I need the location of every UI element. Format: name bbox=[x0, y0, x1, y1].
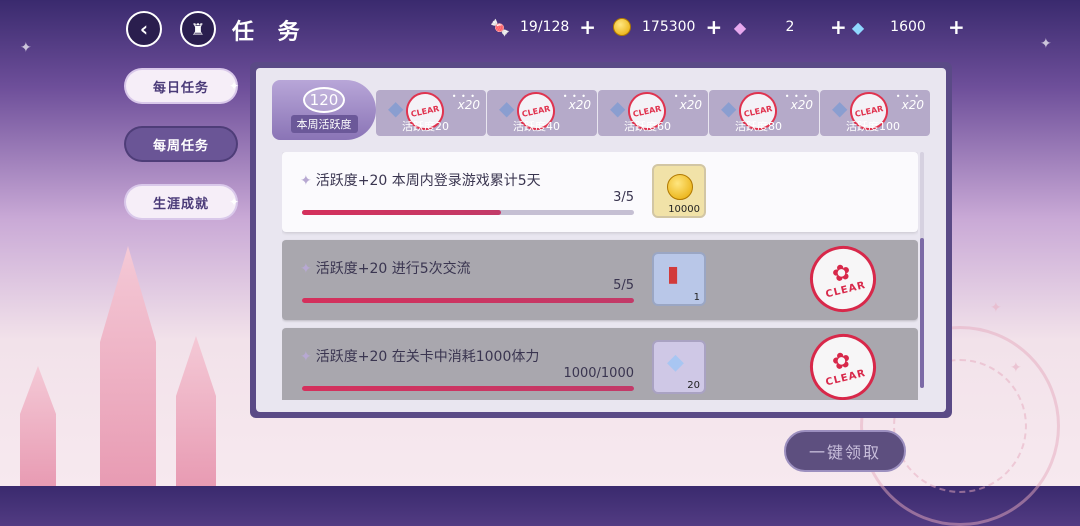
top-bar: ‹ ♜ 任 务 🍬 19/128 + 175300 + ◆ 2 + ◆ 1600… bbox=[0, 0, 1080, 58]
pink-gem-resource: ◆ 2 + bbox=[730, 15, 847, 39]
task-progress-text: 3/5 bbox=[613, 190, 634, 205]
milestone-reward-80[interactable]: ◆ CLEAR • • • x20 活跃度80 bbox=[709, 90, 819, 136]
coin-icon bbox=[612, 17, 632, 37]
add-blue-gem-button[interactable]: + bbox=[948, 15, 965, 39]
diamond-icon: ◆ bbox=[499, 96, 515, 120]
task-list-scrollbar[interactable] bbox=[920, 152, 924, 388]
back-button[interactable]: ‹ bbox=[126, 11, 162, 47]
diamond-icon: ◆ bbox=[721, 96, 737, 120]
diamond-icon: ◆ bbox=[667, 350, 684, 375]
task-row: ✦ 活跃度+20 在关卡中消耗1000体力 1000/1000 ◆ 20 ✿ CLE… bbox=[282, 326, 918, 400]
sparkle-icon: ✦ bbox=[300, 349, 312, 365]
milestone-reward-100[interactable]: ◆ CLEAR • • • x20 活跃度100 bbox=[820, 90, 930, 136]
add-candy-button[interactable]: + bbox=[579, 15, 596, 39]
task-progress-bar bbox=[302, 298, 634, 303]
sparkle-icon: ✦ bbox=[228, 79, 240, 93]
milestone-reward-20[interactable]: ◆ CLEAR • • • x20 活跃度20 bbox=[376, 90, 486, 136]
activity-points: 120 bbox=[303, 87, 345, 113]
weekly-activity-badge: 120 本周活跃度 bbox=[272, 80, 376, 140]
reward-item[interactable]: 10000 bbox=[652, 164, 706, 218]
canned-food-icon: ▮ bbox=[667, 262, 680, 287]
claim-all-button[interactable]: 一键领取 bbox=[784, 430, 906, 472]
castle-icon: ♜ bbox=[190, 19, 206, 39]
task-progress-text: 1000/1000 bbox=[563, 366, 634, 381]
diamond-icon: ◆ bbox=[832, 96, 848, 120]
home-button[interactable]: ♜ bbox=[180, 11, 216, 47]
add-coin-button[interactable]: + bbox=[705, 15, 722, 39]
task-list[interactable]: ✦ 活跃度+20 本周内登录游戏累计5天 3/5 10000 ✦ 活跃度+20 进行… bbox=[282, 152, 918, 400]
task-panel: ◆ CLEAR • • • x20 活跃度20 ◆ CLEAR • • • x2… bbox=[250, 62, 952, 418]
clear-stamp-icon: ✿ CLEAR bbox=[802, 238, 884, 320]
activity-label: 本周活跃度 bbox=[290, 115, 358, 133]
milestone-reward-40[interactable]: ◆ CLEAR • • • x20 活跃度40 bbox=[487, 90, 597, 136]
task-progress-bar bbox=[302, 210, 634, 215]
tab-daily-tasks[interactable]: 每日任务 ✦ bbox=[126, 70, 239, 102]
castle-illustration bbox=[0, 186, 260, 486]
page-title: 任 务 bbox=[232, 20, 308, 45]
diamond-icon: ◆ bbox=[388, 96, 404, 120]
candy-resource: 🍬 19/128 + bbox=[490, 15, 597, 39]
task-row: ✦ 活跃度+20 进行5次交流 5/5 ▮ 1 ✿ CLEAR bbox=[282, 238, 918, 320]
coin-resource: 175300 + bbox=[612, 15, 722, 39]
add-pink-gem-button[interactable]: + bbox=[830, 15, 847, 39]
task-progress-bar bbox=[302, 386, 634, 391]
tab-career-achievements[interactable]: 生涯成就 ✦ bbox=[126, 186, 239, 218]
sparkle-icon: ✦ bbox=[300, 261, 312, 277]
reward-item[interactable]: ◆ 20 bbox=[652, 340, 706, 394]
sparkle-icon: ✦ bbox=[990, 300, 1002, 316]
sparkle-icon: ✦ bbox=[228, 195, 240, 209]
pink-gem-icon: ◆ bbox=[733, 17, 747, 37]
blue-gem-resource: ◆ 1600 + bbox=[848, 15, 965, 39]
reward-item[interactable]: ▮ 1 bbox=[652, 252, 706, 306]
milestone-reward-60[interactable]: ◆ CLEAR • • • x20 活跃度60 bbox=[598, 90, 708, 136]
back-arrow-icon: ‹ bbox=[139, 17, 149, 41]
tab-weekly-tasks[interactable]: 每周任务 bbox=[126, 128, 236, 160]
candy-icon: 🍬 bbox=[490, 17, 510, 37]
task-progress-text: 5/5 bbox=[613, 278, 634, 293]
blue-gem-icon: ◆ bbox=[851, 17, 865, 37]
coin-icon bbox=[667, 174, 693, 206]
task-row: ✦ 活跃度+20 本周内登录游戏累计5天 3/5 10000 bbox=[282, 152, 918, 232]
sparkle-icon: ✦ bbox=[300, 173, 312, 189]
diamond-icon: ◆ bbox=[610, 96, 626, 120]
weekly-activity-bar: ◆ CLEAR • • • x20 活跃度20 ◆ CLEAR • • • x2… bbox=[272, 80, 936, 140]
clear-stamp-icon: ✿ CLEAR bbox=[802, 326, 884, 400]
